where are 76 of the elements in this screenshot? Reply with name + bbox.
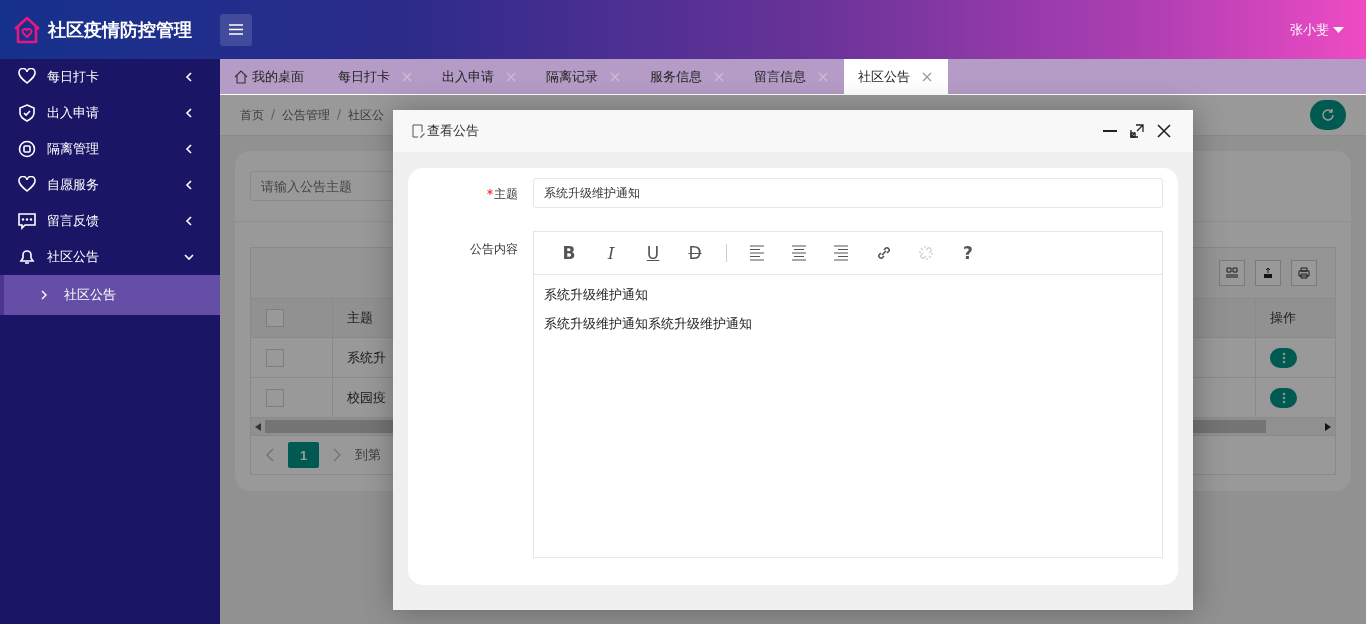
nav-item[interactable]: 自愿服务 <box>0 167 220 203</box>
bold-button[interactable]: B <box>548 238 590 268</box>
tab[interactable]: 隔离记录 <box>532 59 636 94</box>
nav-item[interactable]: 隔离管理 <box>0 131 220 167</box>
subject-field[interactable]: 系统升级维护通知 <box>533 178 1163 208</box>
checkbox[interactable] <box>266 348 284 367</box>
more-icon <box>1281 391 1286 404</box>
close-icon <box>1157 124 1171 138</box>
tab[interactable]: 每日打卡 <box>324 59 428 94</box>
field-label: 公告内容 <box>469 241 518 258</box>
previous-page-icon <box>266 448 274 462</box>
table-cell-text: 校园疫 <box>346 388 387 407</box>
tab[interactable]: 我的桌面 <box>220 59 324 94</box>
tab[interactable]: 出入申请 <box>428 59 532 94</box>
menu-icon <box>229 24 243 35</box>
scroll-left-icon[interactable] <box>255 422 261 431</box>
breadcrumb-link[interactable]: 公告管理 <box>282 106 331 124</box>
tab[interactable]: 社区公告 <box>844 59 948 94</box>
breadcrumb-separator: / <box>271 106 276 123</box>
checkbox[interactable] <box>266 388 284 407</box>
refresh-button[interactable] <box>1310 100 1346 130</box>
app-title: 社区疫情防控管理 <box>48 17 192 42</box>
tab[interactable]: 留言信息 <box>740 59 844 94</box>
underline-button[interactable]: U <box>632 238 674 268</box>
refresh-icon <box>1321 108 1335 122</box>
help-button[interactable]: ? <box>947 238 989 268</box>
goto-label: 到第 <box>355 446 381 464</box>
tab[interactable]: 服务信息 <box>636 59 740 94</box>
more-icon <box>1281 351 1286 364</box>
columns-icon[interactable] <box>1219 260 1245 286</box>
content-paragraph: 系统升级维护通知系统升级维护通知 <box>544 316 753 333</box>
more-button[interactable] <box>1270 347 1297 368</box>
field-label: 主题 <box>494 186 518 203</box>
breadcrumb-link[interactable]: 社区公 <box>348 106 385 124</box>
document-icon <box>412 123 426 139</box>
user-menu[interactable]: 张小斐 <box>1290 20 1344 39</box>
nav-item[interactable]: 每日打卡 <box>0 59 220 95</box>
scroll-right-icon[interactable] <box>1325 422 1331 431</box>
checkbox[interactable] <box>266 309 284 327</box>
close-icon <box>922 71 932 82</box>
close-icon <box>402 71 412 82</box>
nav-item[interactable]: 出入申请 <box>0 95 220 131</box>
maximize-icon <box>1130 124 1144 138</box>
nav-item[interactable]: 留言反馈 <box>0 203 220 239</box>
print-icon[interactable] <box>1291 260 1317 286</box>
italic-button[interactable]: I <box>590 238 632 268</box>
content-paragraph: 系统升级维护通知 <box>544 287 649 304</box>
home-icon <box>234 69 248 84</box>
close-icon <box>714 71 724 82</box>
caret-down-icon <box>1333 26 1344 33</box>
more-button[interactable] <box>1270 387 1297 408</box>
menu-button[interactable] <box>220 13 252 46</box>
table-cell-text: 系统升 <box>346 348 387 367</box>
column-header: 主题 <box>346 309 374 327</box>
column-header: 操作 <box>1255 299 1335 337</box>
close-icon <box>506 71 516 82</box>
next-page-icon <box>333 448 341 462</box>
nav-subitem[interactable]: 社区公告 <box>0 275 220 315</box>
close-icon <box>610 71 620 82</box>
bell-icon <box>18 248 36 266</box>
heart-icon <box>18 68 36 86</box>
rich-text-editor[interactable]: B I U D ? 系统升级维护通知 系统升级维护通知系统升级维护通知 <box>533 231 1163 558</box>
breadcrumb-separator: / <box>337 106 342 123</box>
dialog-title: 查看公告 <box>427 122 479 140</box>
close-icon <box>818 71 828 82</box>
chat-icon <box>18 212 36 230</box>
shield-check-icon <box>18 104 36 122</box>
breadcrumb-link[interactable]: 首页 <box>240 106 264 124</box>
nav-item[interactable]: 社区公告 <box>0 239 220 275</box>
chevron-right-icon <box>40 290 48 300</box>
export-icon[interactable] <box>1255 260 1281 286</box>
heart-icon <box>18 176 36 194</box>
target-icon <box>18 140 36 158</box>
minimize-icon <box>1103 130 1117 132</box>
strike-button[interactable]: D <box>674 238 716 268</box>
house-heart-icon <box>12 14 42 45</box>
